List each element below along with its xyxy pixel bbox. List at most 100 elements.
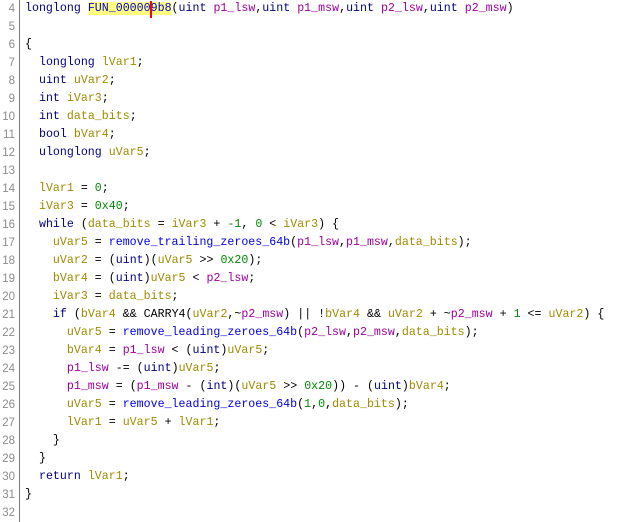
code-line[interactable]: 10 int data_bits; <box>0 108 633 126</box>
code-line[interactable]: 30 return lVar1; <box>0 468 633 486</box>
type-keyword[interactable]: uint <box>144 362 172 375</box>
variable[interactable]: uVar5 <box>123 416 158 429</box>
variable[interactable]: iVar3 <box>39 200 74 213</box>
type-keyword[interactable]: uint <box>116 272 144 285</box>
variable[interactable]: uVar2 <box>74 74 109 87</box>
parameter[interactable]: p1_msw <box>67 380 109 393</box>
code-line[interactable]: 14 lVar1 = 0; <box>0 180 633 198</box>
parameter[interactable]: p2_msw <box>241 308 283 321</box>
variable[interactable]: lVar1 <box>179 416 214 429</box>
code-line[interactable]: 11 bool bVar4; <box>0 126 633 144</box>
variable[interactable]: iVar3 <box>67 92 102 105</box>
variable[interactable]: iVar3 <box>172 218 207 231</box>
variable[interactable]: uVar5 <box>158 254 193 267</box>
variable[interactable]: data_bits <box>88 218 151 231</box>
variable[interactable]: data_bits <box>332 398 395 411</box>
code-text[interactable]: } <box>25 486 32 504</box>
parameter[interactable]: p1_lsw <box>67 362 109 375</box>
code-line[interactable]: 13 <box>0 162 633 180</box>
type-keyword[interactable]: int <box>206 380 227 393</box>
code-text[interactable]: { <box>25 36 32 54</box>
parameter[interactable]: p2_msw <box>465 2 507 15</box>
code-text[interactable]: lVar1 = uVar5 + lVar1; <box>25 414 221 432</box>
parameter[interactable]: p2_msw <box>451 308 493 321</box>
function-call[interactable]: remove_trailing_zeroes_64b <box>109 236 290 249</box>
parameter[interactable]: p1_msw <box>137 380 179 393</box>
variable[interactable]: lVar1 <box>88 470 123 483</box>
code-text[interactable]: return lVar1; <box>25 468 130 486</box>
type-keyword[interactable]: uint <box>116 254 144 267</box>
code-line[interactable]: 7 longlong lVar1; <box>0 54 633 72</box>
variable[interactable]: uVar5 <box>53 236 88 249</box>
variable[interactable]: uVar5 <box>67 398 102 411</box>
code-text[interactable]: uVar2 = (uint)(uVar5 >> 0x20); <box>25 252 262 270</box>
type-keyword[interactable]: longlong <box>39 56 95 69</box>
code-line[interactable]: 17 uVar5 = remove_trailing_zeroes_64b(p1… <box>0 234 633 252</box>
parameter[interactable]: p2_lsw <box>304 326 346 339</box>
code-text[interactable]: int iVar3; <box>25 90 109 108</box>
code-line[interactable]: 23 bVar4 = p1_lsw < (uint)uVar5; <box>0 342 633 360</box>
code-text[interactable]: bVar4 = (uint)uVar5 < p2_lsw; <box>25 270 255 288</box>
function-call[interactable]: remove_leading_zeroes_64b <box>123 326 297 339</box>
variable[interactable]: uVar2 <box>53 254 88 267</box>
code-line[interactable]: 28 } <box>0 432 633 450</box>
variable[interactable]: bVar4 <box>325 308 360 321</box>
code-line[interactable]: 24 p1_lsw -= (uint)uVar5; <box>0 360 633 378</box>
code-line[interactable]: 8 uint uVar2; <box>0 72 633 90</box>
code-line[interactable]: 31} <box>0 486 633 504</box>
code-text[interactable]: uVar5 = remove_leading_zeroes_64b(1,0,da… <box>25 396 409 414</box>
type-keyword[interactable]: bool <box>39 128 67 141</box>
variable[interactable]: uVar2 <box>388 308 423 321</box>
decompiler-code-view[interactable]: 4 longlong FUN_000009b8(uint p1_lsw,uint … <box>0 0 633 522</box>
function-name[interactable]: FUN_000009b8 <box>87 2 172 15</box>
type-keyword[interactable]: uint <box>193 344 221 357</box>
variable[interactable]: bVar4 <box>81 308 116 321</box>
variable[interactable]: bVar4 <box>53 272 88 285</box>
code-line[interactable]: 12 ulonglong uVar5; <box>0 144 633 162</box>
variable[interactable]: uVar5 <box>227 344 262 357</box>
parameter[interactable]: p1_lsw <box>297 236 339 249</box>
code-text[interactable]: if (bVar4 && CARRY4(uVar2,~p2_msw) || !b… <box>25 306 604 324</box>
code-text[interactable]: uVar5 = remove_trailing_zeroes_64b(p1_ls… <box>25 234 472 252</box>
code-line[interactable]: 32 <box>0 504 633 522</box>
code-text[interactable]: ulonglong uVar5; <box>25 144 151 162</box>
variable[interactable]: uVar5 <box>241 380 276 393</box>
type-keyword[interactable]: int <box>39 110 60 123</box>
code-text[interactable]: int data_bits; <box>25 108 137 126</box>
type-keyword[interactable]: uint <box>430 2 458 15</box>
variable[interactable]: uVar2 <box>193 308 228 321</box>
code-line[interactable]: 27 lVar1 = uVar5 + lVar1; <box>0 414 633 432</box>
code-text[interactable]: iVar3 = data_bits; <box>25 288 179 306</box>
code-line[interactable]: 4 longlong FUN_000009b8(uint p1_lsw,uint … <box>0 0 633 18</box>
type-keyword[interactable]: uint <box>346 2 374 15</box>
code-text[interactable]: uint uVar2; <box>25 72 116 90</box>
type-keyword[interactable]: longlong <box>25 2 81 15</box>
code-line[interactable]: 29 } <box>0 450 633 468</box>
code-line[interactable]: 15 iVar3 = 0x40; <box>0 198 633 216</box>
code-line[interactable]: 25 p1_msw = (p1_msw - (int)(uVar5 >> 0x2… <box>0 378 633 396</box>
variable[interactable]: uVar2 <box>548 308 583 321</box>
variable[interactable]: lVar1 <box>39 182 74 195</box>
code-line[interactable]: 6{ <box>0 36 633 54</box>
code-line[interactable]: 19 bVar4 = (uint)uVar5 < p2_lsw; <box>0 270 633 288</box>
code-text[interactable]: bVar4 = p1_lsw < (uint)uVar5; <box>25 342 269 360</box>
macro-call[interactable]: CARRY4 <box>144 308 186 321</box>
code-line[interactable]: 21 if (bVar4 && CARRY4(uVar2,~p2_msw) ||… <box>0 306 633 324</box>
parameter[interactable]: p1_msw <box>297 2 339 15</box>
code-text[interactable]: while (data_bits = iVar3 + -1, 0 < iVar3… <box>25 216 339 234</box>
variable[interactable]: lVar1 <box>102 56 137 69</box>
code-text[interactable]: bool bVar4; <box>25 126 116 144</box>
variable[interactable]: lVar1 <box>67 416 102 429</box>
parameter[interactable]: p2_lsw <box>206 272 248 285</box>
code-line[interactable]: 26 uVar5 = remove_leading_zeroes_64b(1,0… <box>0 396 633 414</box>
type-keyword[interactable]: int <box>39 92 60 105</box>
parameter[interactable]: p1_lsw <box>213 2 255 15</box>
function-call[interactable]: remove_leading_zeroes_64b <box>123 398 297 411</box>
variable[interactable]: iVar3 <box>283 218 318 231</box>
code-line[interactable]: 9 int iVar3; <box>0 90 633 108</box>
type-keyword[interactable]: uint <box>39 74 67 87</box>
code-line[interactable]: 22 uVar5 = remove_leading_zeroes_64b(p2_… <box>0 324 633 342</box>
variable[interactable]: uVar5 <box>109 146 144 159</box>
code-text[interactable]: lVar1 = 0; <box>25 180 109 198</box>
code-text[interactable]: } <box>25 432 60 450</box>
